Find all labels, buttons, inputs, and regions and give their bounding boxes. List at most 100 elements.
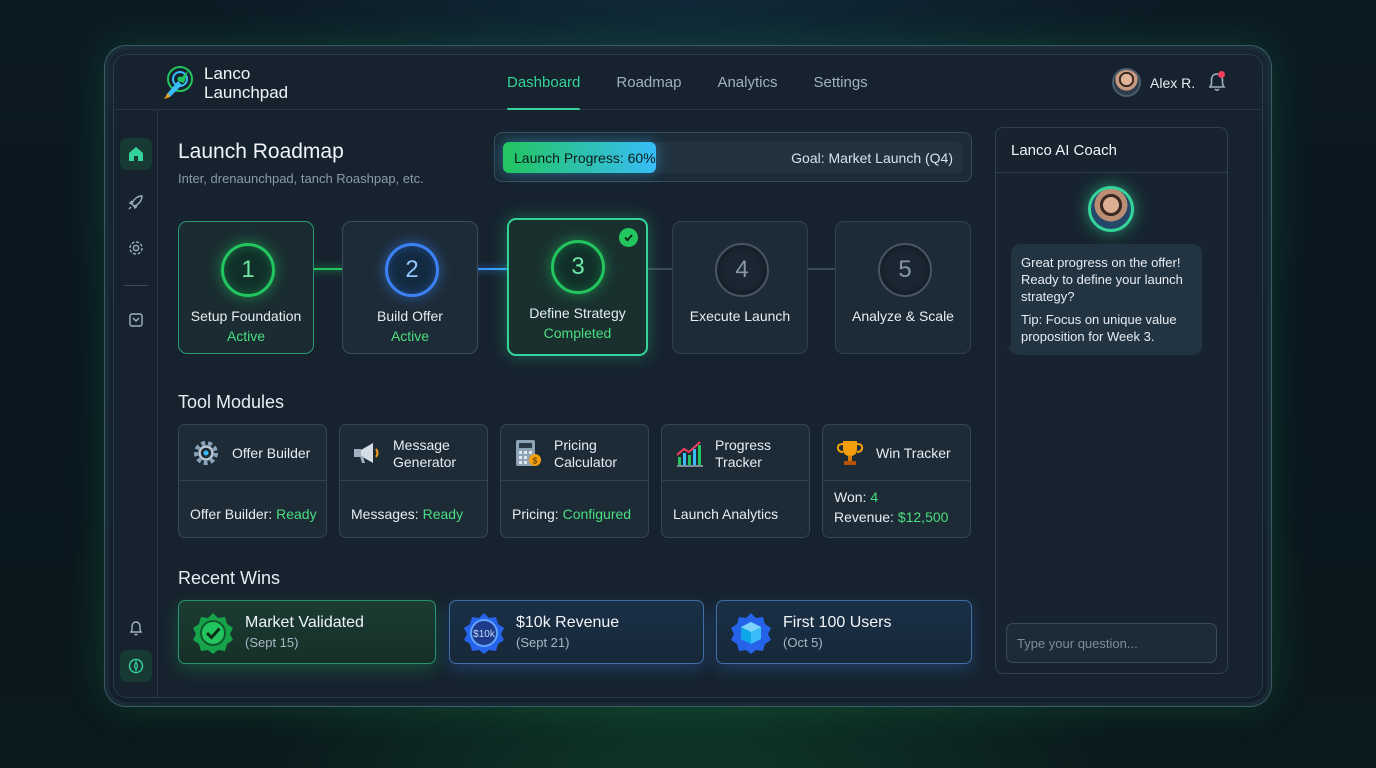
sidebar-compass[interactable] — [120, 650, 152, 682]
sidebar-rocket[interactable] — [120, 186, 152, 218]
step-status: Completed — [543, 325, 612, 341]
revenue-value: $12,500 — [897, 509, 949, 525]
coach-title: Lanco AI Coach — [1011, 142, 1117, 159]
coach-message-bubble: Great progress on the offer! Ready to de… — [1011, 244, 1202, 355]
trophy-icon — [836, 441, 864, 465]
brand-name[interactable]: Lanco Launchpad — [204, 64, 288, 102]
won-count: Won: 4 — [834, 489, 878, 505]
avatar[interactable] — [1112, 68, 1141, 97]
progress-goal: Goal: Market Launch (Q4) — [791, 150, 953, 166]
tool-status: Pricing: Configured — [512, 506, 631, 522]
tool-name-line-2: Calculator — [554, 454, 618, 470]
step-name: Define Strategy — [529, 305, 626, 321]
win-title: Market Validated — [245, 614, 364, 631]
tool-header: Offer Builder — [179, 425, 326, 481]
sidebar-notifications[interactable] — [120, 612, 152, 644]
compass-icon — [128, 658, 144, 674]
recent-wins-title: Recent Wins — [178, 568, 281, 588]
nav-analytics[interactable]: Analytics — [699, 55, 795, 110]
step-name: Analyze & Scale — [852, 308, 954, 324]
win-date: (Sept 15) — [245, 635, 299, 650]
step-setup-foundation[interactable]: 1 Setup Foundation Active — [178, 221, 314, 354]
step-build-offer[interactable]: 2 Build Offer Active — [342, 221, 478, 354]
win-market-validated[interactable]: Market Validated (Sept 15) — [178, 600, 436, 664]
export-icon — [129, 313, 143, 327]
recent-wins: Market Validated (Sept 15) $10k $10k Rev… — [178, 600, 972, 664]
tool-status: Launch Analytics — [673, 506, 779, 522]
win-first-100-users[interactable]: First 100 Users (Oct 5) — [716, 600, 972, 664]
tool-modules: Offer Builder Offer Builder: Ready Messa… — [178, 424, 972, 538]
tool-name: Offer Builder — [232, 445, 311, 461]
sidebar-home[interactable] — [120, 138, 152, 170]
tool-status: Offer Builder: Ready — [190, 506, 317, 522]
tool-name-line-2: Generator — [393, 454, 457, 470]
svg-text:$: $ — [533, 457, 538, 466]
bell-icon — [129, 621, 143, 636]
step-name: Build Offer — [377, 308, 443, 324]
nav-dashboard[interactable]: Dashboard — [489, 55, 598, 110]
coach-question-input[interactable] — [1006, 623, 1217, 663]
status-value: Ready — [422, 506, 464, 522]
step-analyze-scale[interactable]: 5 Analyze & Scale — [835, 221, 971, 354]
step-status: Active — [226, 328, 266, 344]
tool-header: Progress Tracker — [662, 425, 809, 481]
step-define-strategy[interactable]: 3 Define Strategy Completed — [507, 218, 648, 356]
sidebar-settings[interactable] — [120, 232, 152, 264]
rocket-logo-icon — [164, 66, 193, 99]
tool-message-generator[interactable]: Message Generator Messages: Ready — [339, 424, 488, 538]
step-number: 5 — [878, 243, 932, 297]
won-value: 4 — [870, 489, 879, 505]
win-10k-revenue[interactable]: $10k $10k Revenue (Sept 21) — [449, 600, 704, 664]
tool-name: Pricing Calculator — [554, 437, 617, 471]
step-status: Active — [390, 328, 430, 344]
step-number: 4 — [715, 243, 769, 297]
nav-settings[interactable]: Settings — [795, 55, 885, 110]
brand-line-1: Lanco — [204, 64, 251, 83]
coach-message: Great progress on the offer! Ready to de… — [1021, 255, 1183, 304]
tool-offer-builder[interactable]: Offer Builder Offer Builder: Ready — [178, 424, 327, 538]
coach-header: Lanco AI Coach — [996, 128, 1227, 173]
win-title: First 100 Users — [783, 614, 892, 631]
roadmap-steps: 1 Setup Foundation Active 2 Build Offer … — [178, 218, 972, 356]
win-title: $10k Revenue — [516, 614, 620, 631]
launch-progress-panel: Launch Progress: 60% Goal: Market Launch… — [494, 132, 972, 182]
user-name[interactable]: Alex R. — [1150, 75, 1195, 91]
coach-avatar — [1088, 186, 1134, 232]
brand-line-2: Launchpad — [204, 83, 289, 102]
tool-pricing-calculator[interactable]: $ Pricing Calculator Pricing: Configured — [500, 424, 649, 538]
status-label: Pricing: — [512, 506, 563, 522]
sidebar-divider — [124, 285, 148, 286]
win-date: (Sept 21) — [516, 635, 570, 650]
status-label: Offer Builder: — [190, 506, 277, 522]
coach-tip: Tip: Focus on unique value proposition f… — [1021, 312, 1177, 344]
tool-header: $ Pricing Calculator — [501, 425, 648, 481]
sidebar-export[interactable] — [120, 304, 152, 336]
top-header: Lanco Launchpad Dashboard Roadmap Analyt… — [114, 55, 1262, 110]
revenue-label: Revenue: — [834, 509, 898, 525]
win-date: (Oct 5) — [783, 635, 823, 650]
coin-badge-icon: $10k — [464, 613, 504, 654]
step-number: 1 — [221, 243, 275, 297]
rocket-icon — [128, 195, 143, 210]
check-icon — [619, 228, 638, 247]
step-name: Setup Foundation — [190, 308, 302, 324]
status-value: Configured — [562, 506, 632, 522]
status-value: Ready — [276, 506, 317, 522]
user-menu[interactable]: Alex R. — [1112, 68, 1195, 97]
cube-badge-icon — [731, 613, 771, 654]
chart-icon — [676, 441, 703, 467]
nav-roadmap[interactable]: Roadmap — [598, 55, 699, 110]
tool-modules-title: Tool Modules — [178, 392, 285, 412]
ai-coach-panel: Lanco AI Coach Great progress on the off… — [995, 127, 1228, 674]
gear-icon — [129, 241, 143, 255]
tool-progress-tracker[interactable]: Progress Tracker Launch Analytics — [661, 424, 810, 538]
tool-win-tracker[interactable]: Win Tracker Won: 4 Revenue: $12,500 — [822, 424, 971, 538]
step-execute-launch[interactable]: 4 Execute Launch — [672, 221, 808, 354]
check-badge-icon — [193, 613, 233, 654]
won-label: Won: — [834, 489, 871, 505]
gear-icon — [194, 441, 218, 465]
step-number: 2 — [385, 243, 439, 297]
page-subtitle: Inter, drenaunchpad, tanch Roashpap, etc… — [178, 171, 424, 186]
home-icon — [129, 147, 143, 161]
notification-dot — [1218, 71, 1225, 78]
